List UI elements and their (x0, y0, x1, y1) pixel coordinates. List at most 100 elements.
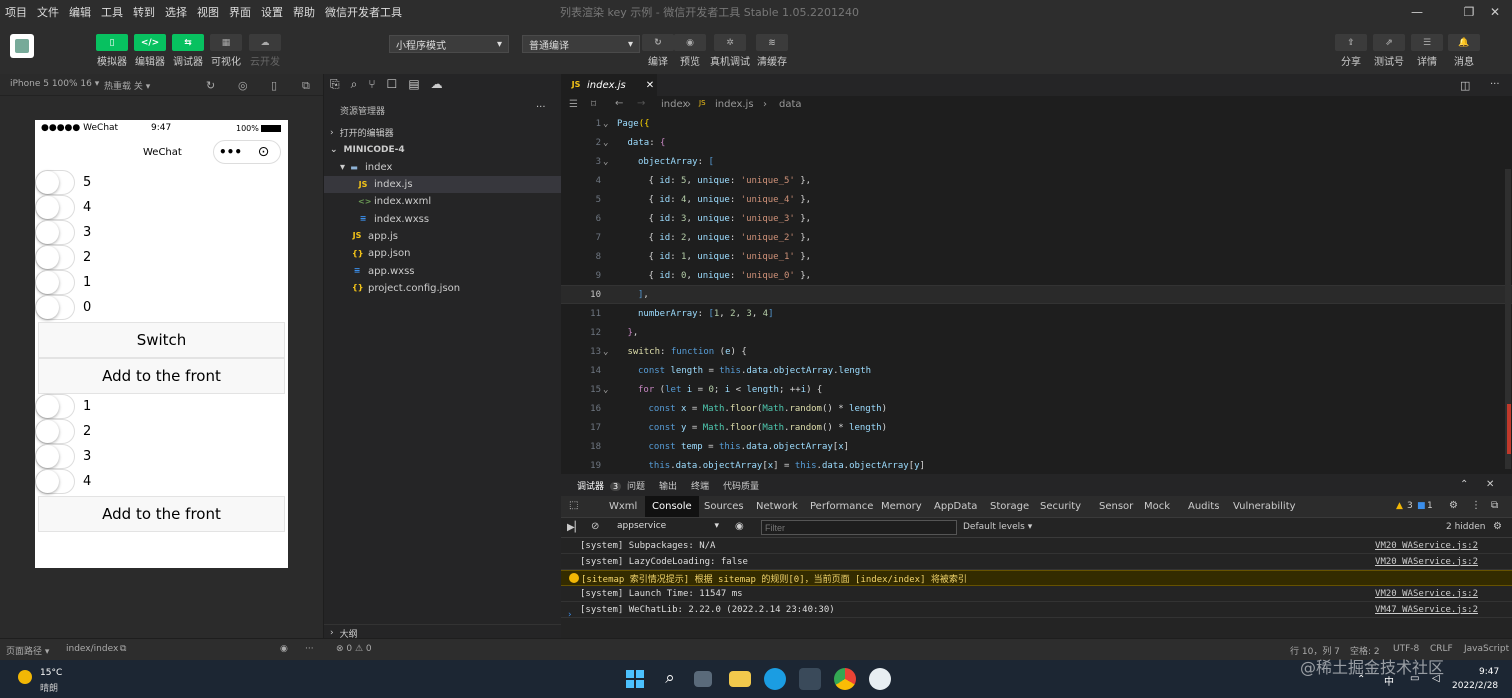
menu-item[interactable]: 视图 (192, 4, 224, 20)
avatar[interactable] (10, 34, 34, 58)
chevron-up-icon[interactable]: ⌃ (1357, 674, 1365, 685)
stop-icon[interactable]: ◎ (238, 79, 248, 92)
switch-toggle[interactable] (35, 270, 75, 295)
bookmark-icon[interactable]: ⌑ (591, 99, 596, 110)
code-line[interactable]: 3 ⌄ objectArray: [ (561, 152, 1512, 171)
log-source-link[interactable]: VM20 WAService.js:2 (1375, 589, 1478, 599)
volume-icon[interactable]: ◁ (1432, 673, 1440, 684)
code-line[interactable]: 4 { id: 5, unique: 'unique_5' }, (561, 171, 1512, 190)
settings-icon[interactable]: ⚙ (1449, 500, 1458, 511)
code-line[interactable]: 11 numberArray: [1, 2, 3, 4] (561, 304, 1512, 323)
file-item[interactable]: <> index.wxml (324, 193, 562, 210)
debug-tab[interactable]: 输出 (659, 479, 677, 492)
sidebar-toggle-icon[interactable]: ▶▏ (567, 522, 582, 533)
code-line[interactable]: 19 this.data.objectArray[x] = this.data.o… (561, 456, 1512, 474)
code-line[interactable]: 1 ⌄ Page({ (561, 114, 1512, 133)
switch-toggle[interactable] (35, 469, 75, 494)
log-source-link[interactable]: VM20 WAService.js:2 (1375, 541, 1478, 551)
compile-select[interactable]: 普通编译 ▾ (522, 35, 640, 53)
device-select[interactable]: iPhone 5 100% 16 ▾ (10, 79, 99, 89)
switch-row[interactable]: 4 (35, 469, 91, 494)
minimize-icon[interactable]: — (1400, 0, 1434, 24)
hotreload-toggle[interactable]: 热重载 关 ▾ (104, 79, 150, 92)
file-item[interactable]: {} project.config.json (324, 280, 562, 297)
tab-index-js[interactable]: JS index.js ✕ (561, 74, 657, 96)
cloud-icon[interactable]: ☁ (431, 77, 443, 92)
menu-item[interactable]: 文件 (32, 4, 64, 20)
search-icon[interactable]: ⌕ (351, 77, 358, 92)
close-circle-icon[interactable]: ⊙ (247, 144, 280, 160)
folder-index[interactable]: ▾ ▬ index (324, 159, 562, 176)
back-icon[interactable]: ← (615, 98, 623, 109)
switch-toggle[interactable] (35, 419, 75, 444)
start-icon[interactable] (624, 668, 646, 690)
code-editor[interactable]: 1 ⌄ Page({2 ⌄ data: {3 ⌄ objectArray: [4{ id: … (561, 114, 1512, 474)
code-line[interactable]: 14 const length = this.data.objectArray.l… (561, 361, 1512, 380)
file-item[interactable]: JS app.js (324, 228, 562, 245)
devtools-tab[interactable]: Wxml (602, 496, 644, 517)
add-front-button-2[interactable]: Add to the front (38, 496, 285, 532)
fold-icon[interactable]: ⌄ (603, 347, 608, 357)
toolbar-button[interactable]: ▦ 可视化 (207, 34, 245, 68)
chrome-icon[interactable] (834, 668, 856, 690)
toolbar-button[interactable]: ☰ 详情 (1408, 34, 1446, 68)
extensions-icon[interactable]: ▤ (408, 77, 419, 92)
toolbar-button[interactable]: ◉ 预览 (671, 34, 709, 68)
menu-item[interactable]: 选择 (160, 4, 192, 20)
inspect-icon[interactable]: ⬚ (569, 500, 578, 511)
more-icon[interactable]: ··· (305, 644, 314, 654)
eol[interactable]: CRLF (1430, 644, 1453, 654)
menu-item[interactable]: 项目 (0, 4, 32, 20)
devtools-tab[interactable]: Network (749, 496, 805, 517)
toolbar-button[interactable]: ≋ 清缓存 (753, 34, 791, 68)
collapse-icon[interactable]: ⌃ (1460, 479, 1468, 490)
wechat-devtools-icon[interactable] (869, 668, 891, 690)
code-line[interactable]: 2 ⌄ data: { (561, 133, 1512, 152)
window-icon[interactable]: ⧉ (302, 79, 310, 93)
store-icon[interactable] (799, 668, 821, 690)
ime-indicator[interactable]: 中 (1384, 673, 1394, 688)
phone-icon[interactable]: ▯ (271, 79, 277, 92)
log-source-link[interactable]: VM20 WAService.js:2 (1375, 557, 1478, 567)
code-line[interactable]: 13 ⌄ switch: function (e) { (561, 342, 1512, 361)
more-icon[interactable]: ••• (214, 145, 247, 159)
toolbar-button[interactable]: ☁ 云开发 (246, 34, 284, 68)
devtools-tab[interactable]: Audits (1181, 496, 1226, 517)
breadcrumb-folder[interactable]: index (661, 99, 688, 110)
menu-item[interactable]: 帮助 (288, 4, 320, 20)
switch-toggle[interactable] (35, 220, 75, 245)
code-line[interactable]: 7 { id: 2, unique: 'unique_2' }, (561, 228, 1512, 247)
toolbar-button[interactable]: ▯ 模拟器 (93, 34, 131, 68)
code-line[interactable]: 16 const x = Math.floor(Math.random() * l… (561, 399, 1512, 418)
switch-row[interactable]: 2 (35, 245, 91, 270)
debug-tab[interactable]: 终端 (691, 479, 709, 492)
menu-item[interactable]: 微信开发者工具 (320, 4, 407, 20)
debug-icon[interactable]: ☐ (387, 77, 398, 92)
switch-row[interactable]: 5 (35, 170, 91, 195)
file-item[interactable]: {} app.json (324, 245, 562, 262)
devtools-tab[interactable]: Performance (803, 496, 880, 517)
code-line[interactable]: 8 { id: 1, unique: 'unique_1' }, (561, 247, 1512, 266)
toolbar-button[interactable]: 🔔 消息 (1445, 34, 1483, 68)
context-select[interactable]: appservice ▾ (613, 520, 723, 535)
encoding[interactable]: UTF-8 (1393, 644, 1419, 654)
toolbar-button[interactable]: ⇗ 测试号 (1370, 34, 1408, 68)
devtools-tab[interactable]: Vulnerability (1226, 496, 1303, 517)
clock-date[interactable]: 2022/2/28 (1452, 681, 1498, 691)
fold-icon[interactable]: ⌄ (603, 157, 608, 167)
code-line[interactable]: 12}, (561, 323, 1512, 342)
code-line[interactable]: 15 ⌄ for (let i = 0; i < length; ++i) { (561, 380, 1512, 399)
file-item[interactable]: ≡ index.wxss (324, 211, 562, 228)
switch-toggle[interactable] (35, 295, 75, 320)
language-mode[interactable]: JavaScript (1464, 644, 1509, 654)
close-icon[interactable]: ✕ (1478, 0, 1512, 24)
git-icon[interactable]: ⑂ (368, 77, 375, 92)
settings-icon[interactable]: ⚙ (1493, 521, 1502, 532)
more-icon[interactable]: ··· (536, 102, 546, 113)
switch-row[interactable]: 4 (35, 195, 91, 220)
edge-icon[interactable] (764, 668, 786, 690)
toolbar-button[interactable]: ⇪ 分享 (1332, 34, 1370, 68)
menu-item[interactable]: 界面 (224, 4, 256, 20)
code-line[interactable]: 6 { id: 3, unique: 'unique_3' }, (561, 209, 1512, 228)
task-view-icon[interactable] (694, 671, 712, 687)
